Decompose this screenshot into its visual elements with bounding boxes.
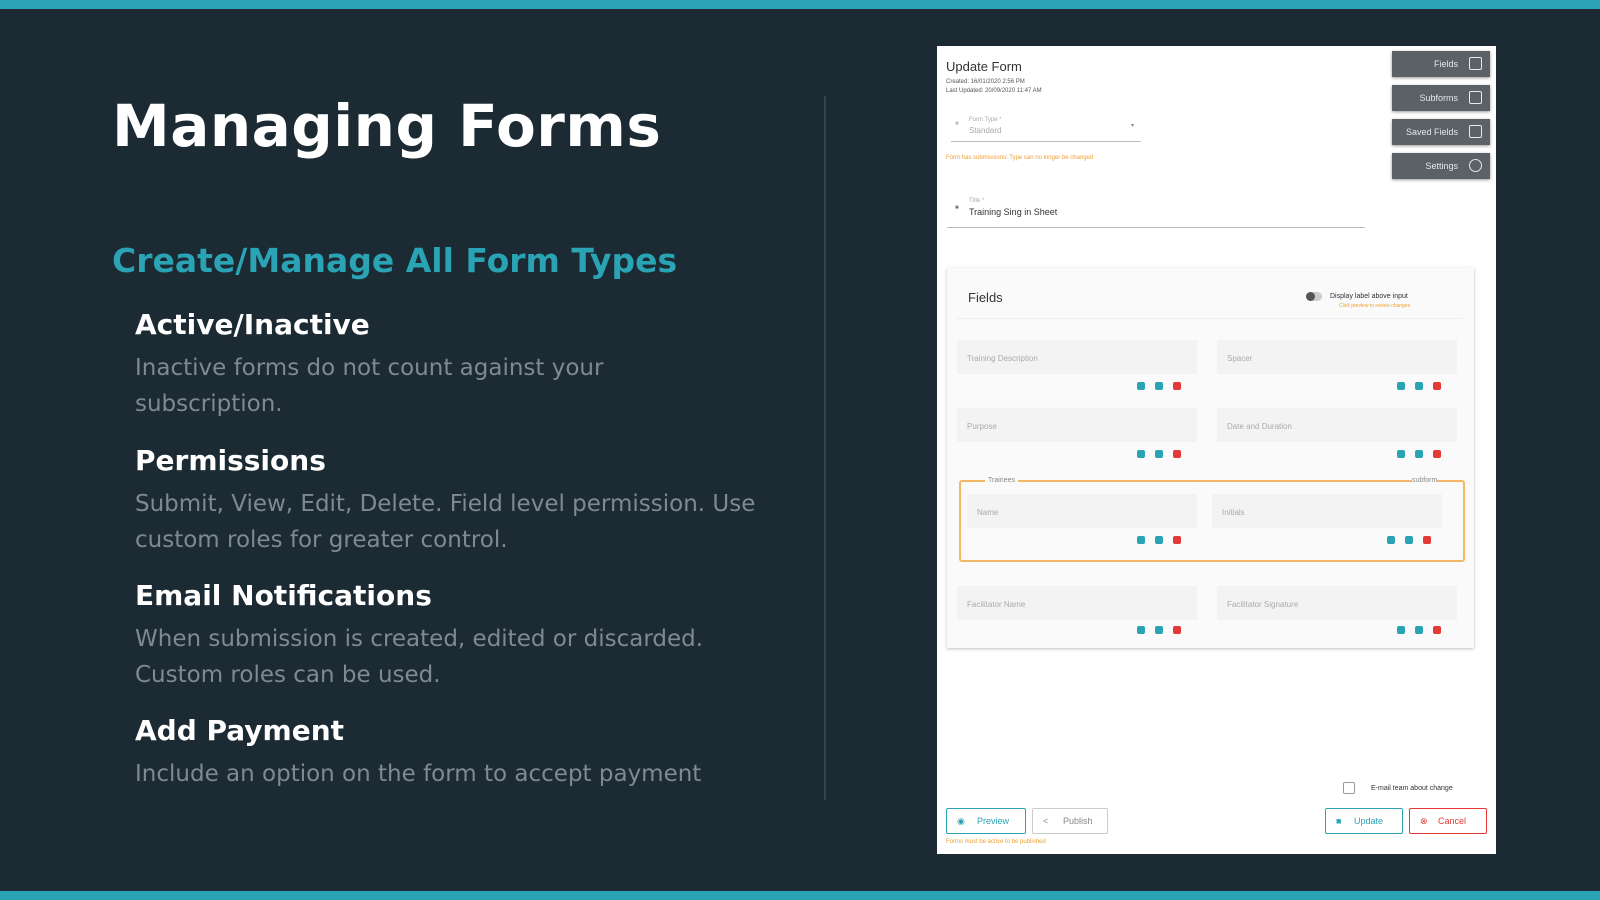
delete-icon[interactable] xyxy=(1173,536,1181,544)
saved-icon xyxy=(1469,125,1482,138)
form-type-select[interactable]: Standard xyxy=(969,126,1001,135)
top-accent-bar xyxy=(0,0,1600,9)
display-label-text: Display label above input xyxy=(1330,293,1408,300)
email-team-checkbox[interactable] xyxy=(1343,782,1355,794)
section-body: Inactive forms do not count against your… xyxy=(135,355,604,417)
section-add-payment: Add Payment Include an option on the for… xyxy=(135,712,815,792)
section-heading: Permissions xyxy=(135,444,326,477)
section-heading: Active/Inactive xyxy=(135,308,370,341)
display-label-hint: Click preview to review changes xyxy=(1339,303,1411,309)
form-title: Update Form xyxy=(946,59,1022,74)
form-type-icon: ■ xyxy=(955,121,959,127)
preview-button[interactable]: ◉ Preview xyxy=(946,808,1026,834)
edit-icon[interactable] xyxy=(1397,626,1405,634)
fields-header: Fields xyxy=(968,290,1003,305)
settings-side-button[interactable]: Settings xyxy=(1392,153,1490,179)
form-editor-screenshot: Update Form Created: 16/01/2020 2:56 PM … xyxy=(937,46,1496,854)
gear-icon[interactable] xyxy=(1155,382,1163,390)
footer-note: Forms must be active to be published xyxy=(946,839,1046,845)
delete-icon[interactable] xyxy=(1173,382,1181,390)
update-button[interactable]: ■ Update xyxy=(1325,808,1403,834)
display-label-toggle[interactable] xyxy=(1306,292,1322,301)
fields-side-button[interactable]: Fields xyxy=(1392,51,1490,77)
section-permissions: Permissions Submit, View, Edit, Delete. … xyxy=(135,442,815,558)
section-body: Include an option on the form to accept … xyxy=(135,761,702,787)
slide-title-block: Managing Forms xyxy=(112,88,802,164)
slide-subtitle: Create/Manage All Form Types xyxy=(112,241,678,280)
gear-icon[interactable] xyxy=(1155,536,1163,544)
delete-icon[interactable] xyxy=(1173,450,1181,458)
gear-icon xyxy=(1469,159,1482,172)
title-underline xyxy=(947,227,1365,228)
gear-icon[interactable] xyxy=(1415,450,1423,458)
section-body: Submit, View, Edit, Delete. Field level … xyxy=(135,491,756,553)
saved-fields-side-button[interactable]: Saved Fields xyxy=(1392,119,1490,145)
section-active-inactive: Active/Inactive Inactive forms do not co… xyxy=(135,306,815,422)
subform-label: Trainees xyxy=(985,476,1018,485)
edit-icon[interactable] xyxy=(1137,536,1145,544)
gear-icon[interactable] xyxy=(1155,626,1163,634)
gear-icon[interactable] xyxy=(1405,536,1413,544)
delete-icon[interactable] xyxy=(1173,626,1181,634)
section-email-notifications: Email Notifications When submission is c… xyxy=(135,577,815,693)
edit-icon[interactable] xyxy=(1397,450,1405,458)
vertical-divider xyxy=(824,96,826,800)
subform-icon xyxy=(1469,91,1482,104)
edit-icon[interactable] xyxy=(1387,536,1395,544)
eye-icon: ◉ xyxy=(957,816,965,826)
save-icon: ■ xyxy=(1336,816,1342,826)
meta-created: Created: 16/01/2020 2:56 PM xyxy=(946,79,1025,85)
delete-icon[interactable] xyxy=(1423,536,1431,544)
header-divider xyxy=(957,318,1462,319)
form-type-warning: Form has submissions: Type can no longer… xyxy=(946,155,1094,161)
delete-icon[interactable] xyxy=(1433,626,1441,634)
gear-icon[interactable] xyxy=(1415,626,1423,634)
delete-icon[interactable] xyxy=(1433,450,1441,458)
publish-button[interactable]: < Publish xyxy=(1032,808,1108,834)
close-icon: ⊗ xyxy=(1420,816,1428,826)
edit-icon[interactable] xyxy=(1137,382,1145,390)
bottom-accent-bar xyxy=(0,891,1600,900)
subforms-side-button[interactable]: Subforms xyxy=(1392,85,1490,111)
edit-icon[interactable] xyxy=(1137,626,1145,634)
list-icon xyxy=(1469,57,1482,70)
title-icon: ■ xyxy=(955,205,959,211)
section-heading: Email Notifications xyxy=(135,579,432,612)
title-label: Title * xyxy=(969,198,985,204)
email-team-label: E-mail team about change xyxy=(1371,785,1453,792)
edit-icon[interactable] xyxy=(1397,382,1405,390)
meta-updated: Last Updated: 20/09/2020 11:47 AM xyxy=(946,88,1042,94)
chevron-down-icon[interactable]: ▾ xyxy=(1131,122,1134,131)
delete-icon[interactable] xyxy=(1433,382,1441,390)
gear-icon[interactable] xyxy=(1155,450,1163,458)
title-input[interactable]: Training Sing in Sheet xyxy=(969,208,1057,217)
edit-icon[interactable] xyxy=(1137,450,1145,458)
share-icon: < xyxy=(1043,816,1049,826)
cancel-button[interactable]: ⊗ Cancel xyxy=(1409,808,1487,834)
fields-card: Fields Display label above input Click p… xyxy=(947,268,1474,648)
gear-icon[interactable] xyxy=(1415,382,1423,390)
slide-title: Managing Forms xyxy=(112,92,662,160)
section-heading: Add Payment xyxy=(135,714,345,747)
form-type-label: Form Type * xyxy=(969,117,1002,123)
section-body: When submission is created, edited or di… xyxy=(135,626,704,688)
subform-tag: subform xyxy=(1412,476,1438,485)
form-type-underline xyxy=(951,141,1141,142)
